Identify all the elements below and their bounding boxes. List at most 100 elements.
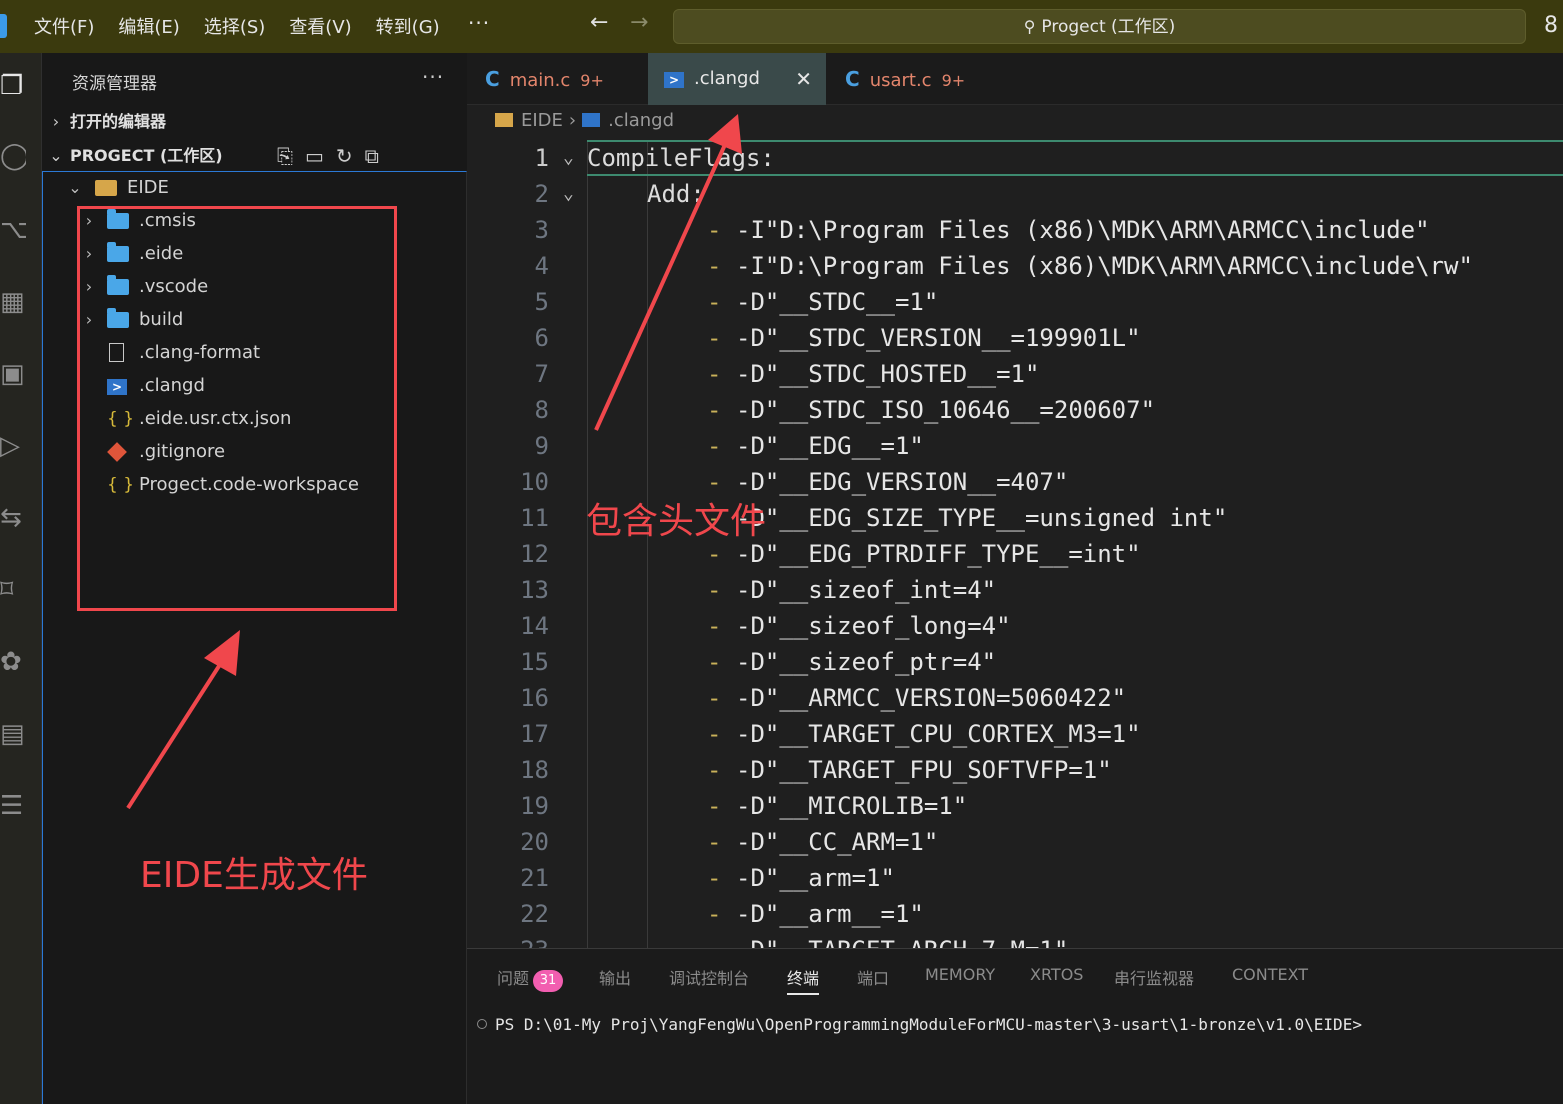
vscode-logo-icon <box>0 14 7 38</box>
code-text: -D"__arm__=1" <box>736 900 924 928</box>
yaml-dash: - <box>707 756 736 784</box>
tab-clangd[interactable]: > .clangd ✕ <box>648 53 826 105</box>
code-line[interactable]: 7 - -D"__STDC_HOSTED__=1" <box>467 356 1563 392</box>
collapse-all-icon[interactable]: ⧉ <box>365 140 379 172</box>
line-number: 9 <box>534 432 549 460</box>
code-line[interactable]: 19 - -D"__MICROLIB=1" <box>467 788 1563 824</box>
forward-arrow-icon[interactable]: → <box>630 10 648 35</box>
line-number: 4 <box>534 252 549 280</box>
yaml-dash: - <box>707 828 736 856</box>
code-text: -D"__CC_ARM=1" <box>736 828 939 856</box>
fold-chevron-icon[interactable]: ⌄ <box>563 140 574 176</box>
yaml-dash: - <box>707 324 736 352</box>
tab-label: usart.c <box>869 70 932 91</box>
source-control-icon[interactable]: ⌥ <box>0 213 26 247</box>
explorer-icon[interactable]: ❐ <box>0 69 26 103</box>
tree-item-eide-root[interactable]: ⌄ EIDE <box>43 172 463 204</box>
tab-output[interactable]: 输出 <box>599 965 631 989</box>
code-line[interactable]: 16 - -D"__ARMCC_VERSION=5060422" <box>467 680 1563 716</box>
chevron-right-icon: › <box>568 110 577 131</box>
back-arrow-icon[interactable]: ← <box>590 10 608 35</box>
menu-edit[interactable]: 编辑(E) <box>118 13 179 39</box>
copilot-icon[interactable]: 8 <box>1544 13 1558 38</box>
refresh-icon[interactable]: ↻ <box>336 140 353 172</box>
problem-count: 9+ <box>580 71 604 90</box>
search-icon[interactable]: ◯ <box>0 139 26 173</box>
code-line[interactable]: 5 - -D"__STDC__=1" <box>467 284 1563 320</box>
calendar-icon[interactable]: ▤ <box>0 717 26 751</box>
code-text: -D"__ARMCC_VERSION=5060422" <box>736 684 1127 712</box>
code-text: -D"__EDG_PTRDIFF_TYPE__=int" <box>736 540 1141 568</box>
code-editor[interactable]: 1 ⌄ CompileFlags: 2 ⌄ Add: 3 - -I"D:\Program Fi… <box>467 140 1563 948</box>
code-line[interactable]: 8 - -D"__STDC_ISO_10646__=200607" <box>467 392 1563 428</box>
code-line[interactable]: 20 - -D"__CC_ARM=1" <box>467 824 1563 860</box>
code-line[interactable]: 14 - -D"__sizeof_long=4" <box>467 608 1563 644</box>
menu-go[interactable]: 转到(G) <box>376 13 440 39</box>
title-bar: 文件(F) 编辑(E) 选择(S) 查看(V) 转到(G) ··· ← → ⚲ P… <box>0 0 1563 53</box>
line-number: 15 <box>520 648 549 676</box>
annotation-eide-label: EIDE生成文件 <box>140 855 368 896</box>
breadcrumb-clangd[interactable]: .clangd <box>608 110 674 131</box>
tab-memory[interactable]: MEMORY <box>925 965 995 984</box>
code-line[interactable]: 1 ⌄ CompileFlags: <box>467 140 1563 176</box>
code-line[interactable]: 21 - -D"__arm=1" <box>467 860 1563 896</box>
bookmark-icon[interactable]: ⌑ <box>0 573 26 607</box>
chevron-down-icon: ⌄ <box>49 146 63 165</box>
extensions-icon[interactable]: ▦ <box>0 285 26 319</box>
tab-usart-c[interactable]: Cusart.c 9+ <box>827 53 1005 105</box>
workspace-section[interactable]: ⌄ PROGECT (工作区) ⎘ ▭ ↻ ⧉ <box>42 140 467 172</box>
tab-debug-console[interactable]: 调试控制台 <box>669 965 749 989</box>
breadcrumb-eide[interactable]: EIDE <box>521 110 563 131</box>
line-number: 12 <box>520 540 549 568</box>
new-folder-icon[interactable]: ▭ <box>305 140 324 172</box>
tab-context[interactable]: CONTEXT <box>1232 965 1308 984</box>
tab-serial-monitor[interactable]: 串行监视器 <box>1114 965 1194 989</box>
line-number: 17 <box>520 720 549 748</box>
tab-terminal[interactable]: 终端 <box>787 965 820 995</box>
editor-tabs: Cmain.c 9+ > .clangd ✕ Cusart.c 9+ <box>467 53 1563 105</box>
notes-icon[interactable]: ☰ <box>0 789 26 823</box>
line-number: 18 <box>520 756 549 784</box>
yaml-dash: - <box>707 900 736 928</box>
code-line[interactable]: 18 - -D"__TARGET_FPU_SOFTVFP=1" <box>467 752 1563 788</box>
open-editors-label: 打开的编辑器 <box>70 112 167 131</box>
menu-file[interactable]: 文件(F) <box>34 13 94 39</box>
tab-label: .clangd <box>694 68 760 89</box>
sidebar-more-button[interactable]: ··· <box>422 65 444 89</box>
code-line[interactable]: 23 - -D"__TARGET_ARCH_7_M=1" <box>467 932 1563 948</box>
c-file-icon: C <box>485 67 500 91</box>
tab-ports[interactable]: 端口 <box>857 965 889 989</box>
code-text: -I"D:\Program Files (x86)\MDK\ARM\ARMCC\… <box>736 216 1430 244</box>
new-file-icon[interactable]: ⎘ <box>277 140 293 172</box>
menu-view[interactable]: 查看(V) <box>289 13 351 39</box>
code-line[interactable]: 13 - -D"__sizeof_int=4" <box>467 572 1563 608</box>
menu-selection[interactable]: 选择(S) <box>204 13 265 39</box>
open-editors-section[interactable]: › 打开的编辑器 <box>42 106 467 138</box>
code-line[interactable]: 15 - -D"__sizeof_ptr=4" <box>467 644 1563 680</box>
line-number: 5 <box>534 288 549 316</box>
terminal-prompt[interactable]: PS D:\01-My Proj\YangFengWu\OpenProgramm… <box>477 1015 1362 1034</box>
tab-main-c[interactable]: Cmain.c 9+ <box>467 53 647 105</box>
code-line[interactable]: 3 - -I"D:\Program Files (x86)\MDK\ARM\ARM… <box>467 212 1563 248</box>
command-center-search[interactable]: ⚲ Progect (工作区) <box>673 9 1526 44</box>
code-line[interactable]: 22 - -D"__arm__=1" <box>467 896 1563 932</box>
code-text: -D"__TARGET_ARCH_7_M=1" <box>736 932 1068 948</box>
code-line[interactable]: 6 - -D"__STDC_VERSION__=199901L" <box>467 320 1563 356</box>
code-line[interactable]: 4 - -I"D:\Program Files (x86)\MDK\ARM\ARM… <box>467 248 1563 284</box>
chevron-down-icon: ⌄ <box>68 178 82 197</box>
fold-chevron-icon[interactable]: ⌄ <box>563 176 574 212</box>
eide-chip-icon[interactable]: ▣ <box>0 357 26 391</box>
code-line[interactable]: 9 - -D"__EDG__=1" <box>467 428 1563 464</box>
tab-problems[interactable]: 问题 31 <box>497 965 564 992</box>
yaml-dash: - <box>707 864 736 892</box>
code-line[interactable]: 17 - -D"__TARGET_CPU_CORTEX_M3=1" <box>467 716 1563 752</box>
remote-icon[interactable]: ⇆ <box>0 501 26 535</box>
tab-xrtos[interactable]: XRTOS <box>1030 965 1083 984</box>
code-line[interactable]: 2 ⌄ Add: <box>467 176 1563 212</box>
menu-more-button[interactable]: ··· <box>468 11 490 35</box>
yaml-dash: - <box>707 612 736 640</box>
yaml-dash: - <box>707 252 736 280</box>
close-icon[interactable]: ✕ <box>795 53 812 105</box>
tree-icon[interactable]: ✿ <box>0 645 26 679</box>
run-debug-icon[interactable]: ▷ <box>0 429 26 463</box>
